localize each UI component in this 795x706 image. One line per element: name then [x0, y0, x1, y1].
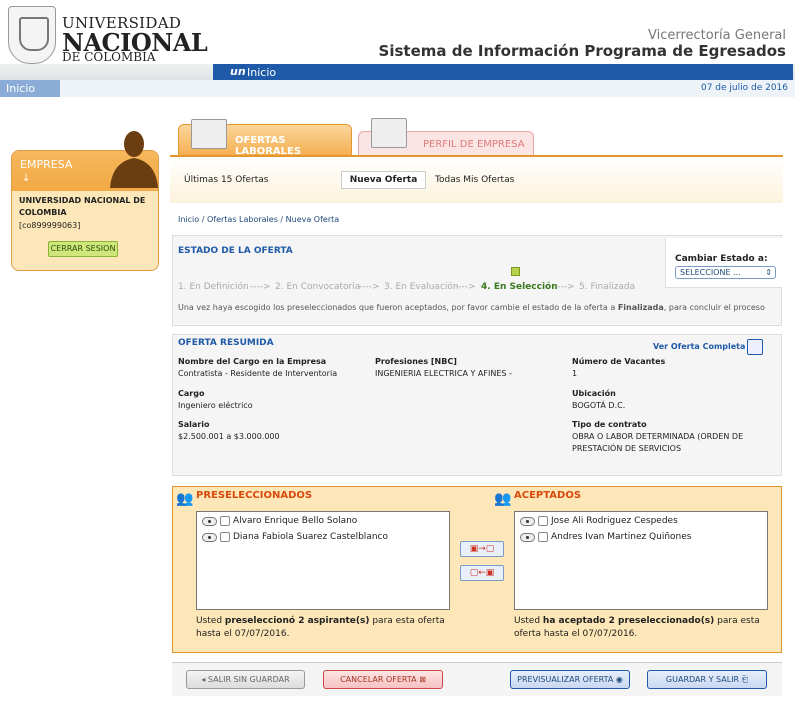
- logout-button[interactable]: CERRAR SESION: [48, 241, 118, 257]
- step-arrow: ---->: [554, 282, 575, 292]
- salario-value: $2.500.001 a $3.000.000: [178, 432, 280, 441]
- select-checkbox[interactable]: [538, 516, 548, 526]
- tab-perfil-empresa[interactable]: PERFIL DE EMPRESA: [358, 118, 534, 156]
- ver-oferta-link[interactable]: Ver Oferta Completa: [653, 342, 745, 351]
- step-5: 5. Finalizada: [579, 282, 636, 292]
- step-2: 2. En Convocatoria: [275, 282, 361, 292]
- vicerrectoria-label: Vicerrectoría General: [647, 28, 786, 43]
- current-date: 07 de julio de 2016: [700, 83, 788, 93]
- people-icon: 👥: [494, 491, 512, 507]
- university-shield-logo: [8, 6, 56, 64]
- subnav-todas-ofertas[interactable]: Todas Mis Ofertas: [435, 175, 514, 185]
- select-checkbox[interactable]: [220, 532, 230, 542]
- guardar-salir-button[interactable]: GUARDAR Y SALIR ⎗: [647, 670, 767, 689]
- view-eye-icon[interactable]: [520, 532, 535, 542]
- view-document-icon[interactable]: [747, 339, 763, 355]
- preseleccionados-summary: Usted preseleccionó 2 aspirante(s) para …: [196, 616, 445, 639]
- move-to-preselected-button[interactable]: ▢←▣: [460, 565, 504, 581]
- document-stamp-icon: [191, 119, 227, 149]
- step-4-current: 4. En Selección: [481, 282, 558, 292]
- oferta-title: OFERTA RESUMIDA: [178, 338, 274, 348]
- subnav-ultimas-ofertas[interactable]: Últimas 15 Ofertas: [184, 175, 269, 185]
- previsualizar-oferta-button[interactable]: PREVISUALIZAR OFERTA ◉: [510, 670, 630, 689]
- ubicacion-label: Ubicación: [572, 389, 616, 398]
- step-1: 1. En Definición: [178, 282, 249, 292]
- list-item[interactable]: Jose Ali Rodriguez Cespedes: [520, 516, 678, 526]
- folder-documents-icon: [371, 118, 407, 148]
- cargo-label: Cargo: [178, 389, 205, 398]
- salir-sin-guardar-button[interactable]: ◂ SALIR SIN GUARDAR: [186, 670, 305, 689]
- logo-line3: DE COLOMBIA: [62, 50, 156, 64]
- breadcrumb-inicio[interactable]: Inicio: [0, 80, 60, 97]
- cancelar-oferta-button[interactable]: CANCELAR OFERTA ⊠: [323, 670, 443, 689]
- company-code: [co899999063]: [19, 221, 81, 230]
- cambiar-estado-label: Cambiar Estado a:: [675, 254, 768, 264]
- estado-message: Una vez haya escogido los preseleccionad…: [178, 303, 765, 312]
- profesiones-label: Profesiones [NBC]: [375, 357, 457, 366]
- estado-select[interactable]: SELECCIONE ...: [675, 266, 776, 279]
- tab-ofertas-laborales[interactable]: OFERTAS LABORALES: [178, 119, 352, 157]
- view-eye-icon[interactable]: [520, 516, 535, 526]
- subnav-nueva-oferta[interactable]: Nueva Oferta: [341, 171, 426, 189]
- current-step-flag-icon: [511, 267, 520, 276]
- step-arrow: ---->: [250, 282, 271, 292]
- contrato-label: Tipo de contrato: [572, 420, 647, 429]
- select-checkbox[interactable]: [220, 516, 230, 526]
- step-3: 3. En Evaluación: [384, 282, 459, 292]
- aceptados-title: ACEPTADOS: [514, 490, 582, 501]
- header: UNIVERSIDAD NACIONAL DE COLOMBIA Vicerre…: [0, 0, 795, 66]
- contrato-value-line1: OBRA O LABOR DETERMINADA (ORDEN DE: [572, 432, 744, 441]
- step-arrow: ---->: [359, 282, 380, 292]
- ubicacion-value: BOGOTÁ D.C.: [572, 401, 626, 410]
- breadcrumb-bar: [0, 80, 795, 97]
- vacantes-value: 1: [572, 369, 578, 378]
- cargo-empresa-value: Contratista - Residente de Interventoria: [178, 369, 338, 378]
- view-eye-icon[interactable]: [202, 532, 217, 542]
- step-arrow: ---->: [455, 282, 476, 292]
- vacantes-label: Número de Vacantes: [572, 357, 666, 366]
- cargo-empresa-label: Nombre del Cargo en la Empresa: [178, 357, 327, 366]
- profesiones-value: INGENIERIA ELECTRICA Y AFINES -: [375, 369, 512, 378]
- company-box-title: EMPRESA: [20, 158, 73, 171]
- people-icon: 👥: [176, 491, 194, 507]
- estado-title: ESTADO DE LA OFERTA: [178, 246, 293, 256]
- oferta-resumida-panel: [172, 334, 782, 476]
- list-item[interactable]: Alvaro Enrique Bello Solano: [202, 516, 357, 526]
- cargo-value: Ingeniero eléctrico: [178, 401, 253, 410]
- move-to-accepted-button[interactable]: ▣→▢: [460, 541, 504, 557]
- system-title: Sistema de Información Programa de Egres…: [378, 42, 786, 60]
- contrato-value-line2: PRESTACIÓN DE SERVICIOS: [572, 444, 682, 453]
- down-arrow-icon: ↓: [22, 173, 31, 184]
- company-name: UNIVERSIDAD NACIONAL DE COLOMBIA: [19, 196, 146, 217]
- view-eye-icon[interactable]: [202, 516, 217, 526]
- preseleccionados-title: PRESELECCIONADOS: [196, 490, 313, 501]
- list-item[interactable]: Andres Ivan Martinez Quiñones: [520, 532, 692, 542]
- un-logo-text: un: [230, 65, 246, 78]
- salario-label: Salario: [178, 420, 210, 429]
- breadcrumb[interactable]: Inicio / Ofertas Laborales / Nueva Ofert…: [178, 215, 339, 224]
- nav-tab-inicio[interactable]: Inicio un: [213, 64, 793, 80]
- select-checkbox[interactable]: [538, 532, 548, 542]
- user-silhouette-icon: [110, 131, 158, 188]
- list-item[interactable]: Diana Fabiola Suarez Castelblanco: [202, 532, 388, 542]
- aceptados-summary: Usted ha aceptado 2 preseleccionado(s) p…: [514, 616, 760, 639]
